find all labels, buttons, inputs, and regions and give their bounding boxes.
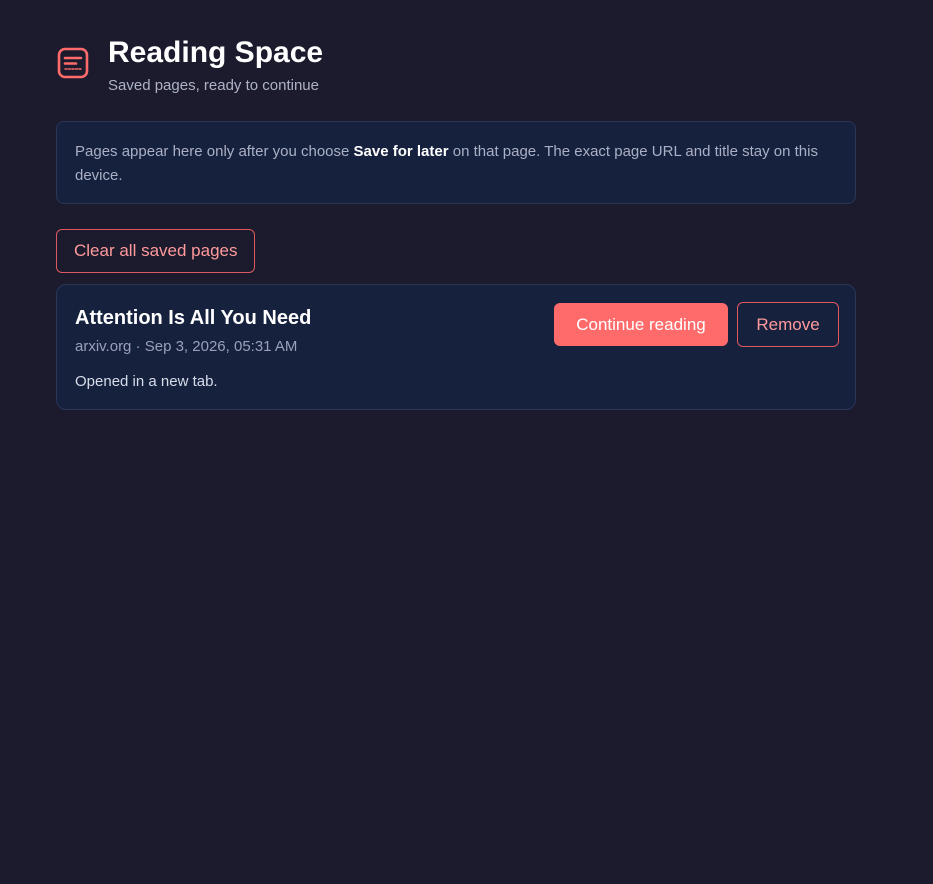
saved-page-meta: arxiv.org · Sep 3, 2026, 05:31 AM bbox=[75, 338, 298, 355]
clear-all-button[interactable]: Clear all saved pages bbox=[56, 229, 256, 273]
info-notice: Pages appear here only after you choose … bbox=[56, 121, 856, 204]
notice-emphasis: Save for later bbox=[353, 143, 449, 160]
remove-button[interactable]: Remove bbox=[737, 302, 839, 347]
continue-reading-button[interactable]: Continue reading bbox=[554, 303, 728, 346]
document-icon bbox=[57, 47, 89, 79]
page-subtitle: Saved pages, ready to continue bbox=[108, 77, 319, 94]
reading-space-page: Reading Space Saved pages, ready to cont… bbox=[0, 0, 933, 884]
page-title: Reading Space bbox=[108, 36, 324, 69]
notice-text-before: Pages appear here only after you choose bbox=[75, 143, 354, 160]
saved-page-status: Opened in a new tab. bbox=[75, 373, 218, 390]
page-header: Reading Space Saved pages, ready to cont… bbox=[56, 34, 323, 96]
header-text: Reading Space Saved pages, ready to cont… bbox=[108, 34, 323, 96]
saved-page-card: Attention Is All You Need arxiv.org · Se… bbox=[56, 284, 856, 410]
saved-page-title: Attention Is All You Need bbox=[75, 307, 312, 329]
